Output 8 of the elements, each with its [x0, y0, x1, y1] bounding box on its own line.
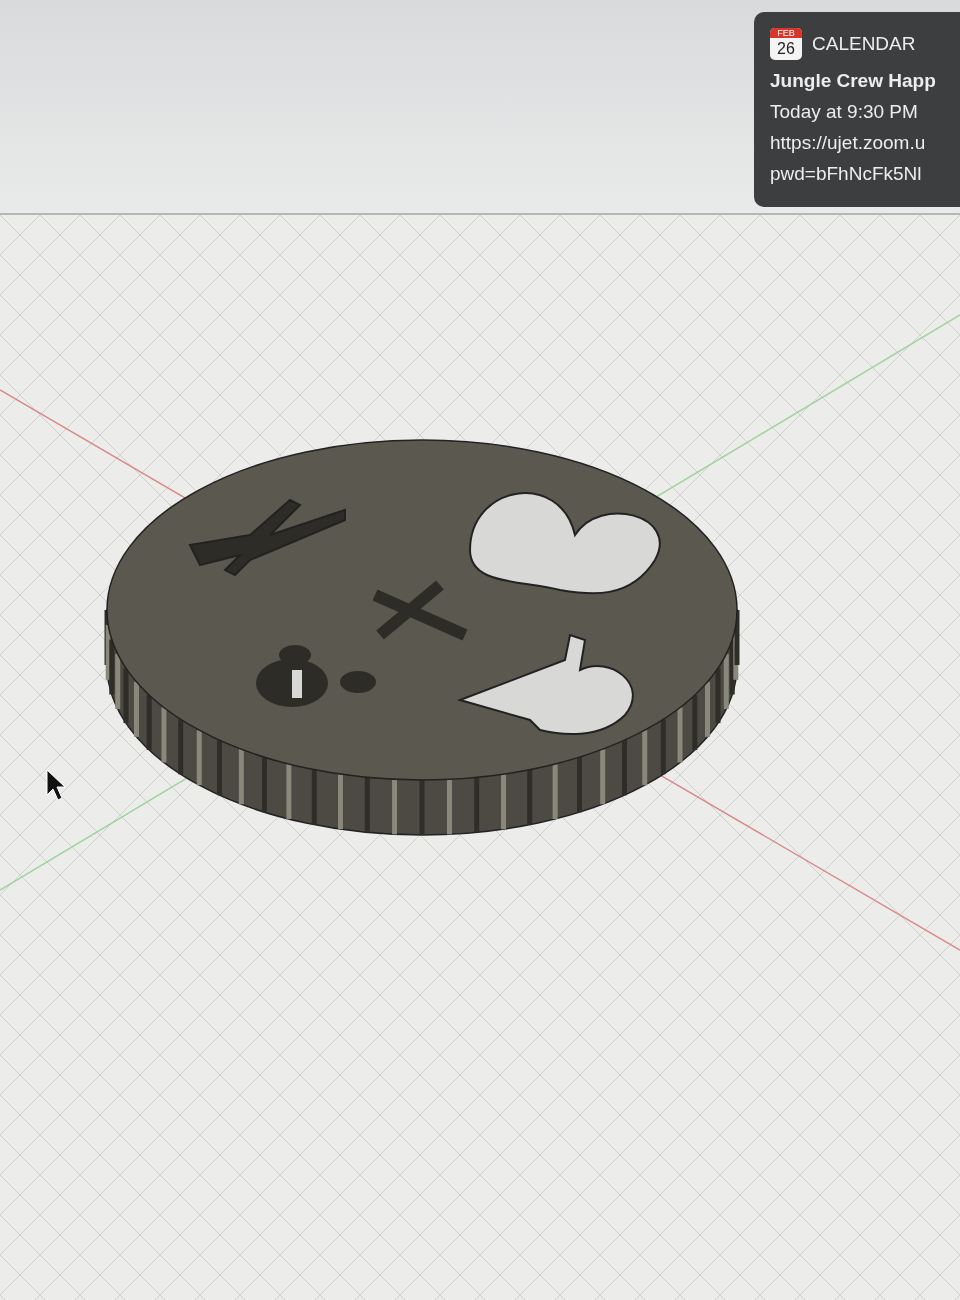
event-title: Jungle Crew Happ: [770, 69, 937, 93]
event-detail: pwd=bFhNcFk5Nl: [770, 162, 923, 186]
calendar-icon: FEB 26: [770, 28, 802, 60]
app-name: CALENDAR: [812, 33, 916, 55]
calendar-notification[interactable]: FEB 26 CALENDAR Jungle Crew Happ Today at 9:30 PM https://ujet.zoom.u pwd=bFhNcFk5Nl: [754, 12, 960, 207]
event-time: Today at 9:30 PM: [770, 100, 919, 124]
cursor-icon: [46, 769, 66, 801]
event-detail: https://ujet.zoom.u: [770, 131, 927, 155]
